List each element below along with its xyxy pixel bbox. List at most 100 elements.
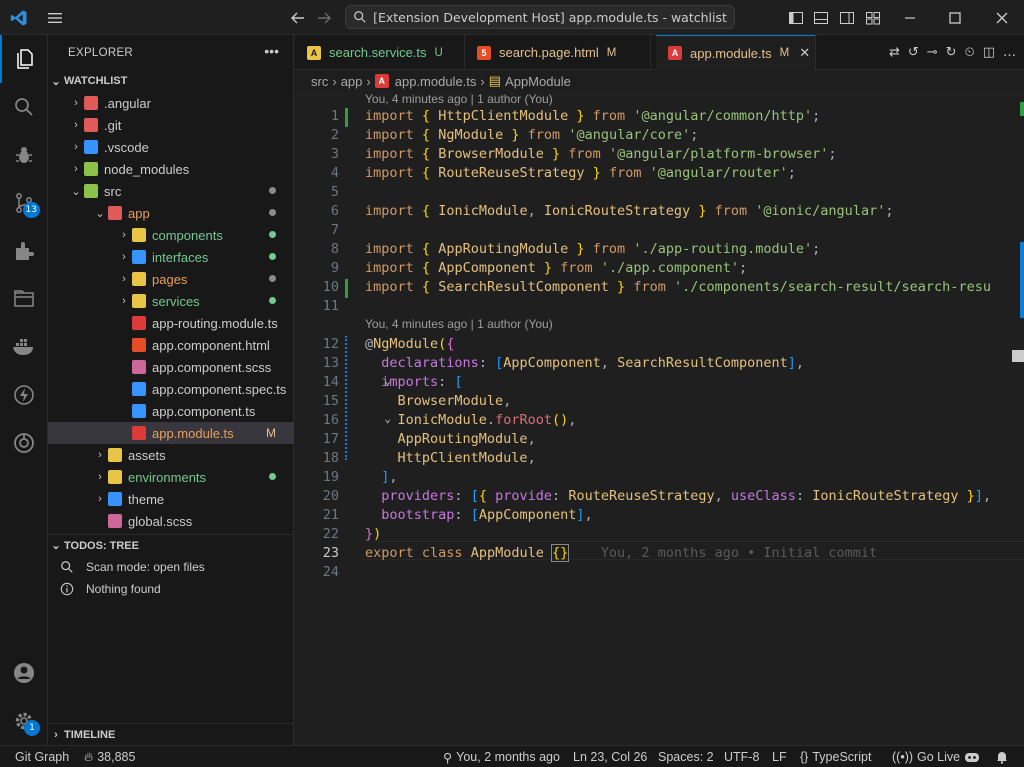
vscode-logo-icon — [8, 0, 30, 35]
notifications-bell-icon[interactable] — [995, 746, 1009, 767]
tree-item[interactable]: ⌄ src — [48, 180, 294, 202]
language-mode[interactable]: {} TypeScript — [800, 746, 871, 767]
search-icon — [354, 11, 366, 23]
tree-item[interactable]: app.component.ts — [48, 400, 294, 422]
tree-item[interactable]: global.scss — [48, 510, 294, 532]
toggle-secondary-sidebar-icon[interactable] — [837, 0, 857, 35]
tree-item[interactable]: › .git — [48, 114, 294, 136]
close-window-icon[interactable] — [990, 0, 1014, 35]
encoding[interactable]: UTF-8 — [724, 746, 759, 767]
fire-count[interactable]: 🔥︎ 38,885 — [84, 746, 135, 767]
search-icon — [15, 98, 33, 116]
copilot-icon[interactable] — [964, 746, 980, 767]
tree-item[interactable]: › theme — [48, 488, 294, 510]
git-blame-status[interactable]: ⚲ You, 2 months ago — [443, 746, 560, 767]
workspace-section-header[interactable]: ⌄ WATCHLIST — [48, 70, 294, 92]
breadcrumb-app[interactable]: app — [341, 74, 363, 89]
accounts-activity[interactable] — [0, 649, 48, 697]
tree-item[interactable]: › node_modules — [48, 158, 294, 180]
close-tab-icon[interactable]: ✕ — [799, 45, 810, 61]
remote-explorer-activity[interactable] — [0, 275, 48, 323]
breadcrumb-file[interactable]: app.module.ts — [395, 74, 477, 89]
code-editor[interactable]: You, 4 minutes ago | 1 author (You) You,… — [295, 92, 1024, 745]
source-control-activity[interactable]: 13 — [0, 179, 48, 227]
tree-item[interactable]: › .vscode — [48, 136, 294, 158]
manage-activity[interactable]: 1 — [0, 697, 48, 745]
command-center-search[interactable]: [Extension Development Host] app.module.… — [345, 5, 735, 29]
tab-search-page[interactable]: 5 search.page.html M — [465, 35, 651, 70]
code-line-21: bootstrap: [AppComponent], — [381, 507, 593, 523]
tree-item[interactable]: › pages — [48, 268, 294, 290]
line-number: 20 — [322, 488, 339, 504]
tree-item[interactable]: › services — [48, 290, 294, 312]
tree-item[interactable]: app.component.html — [48, 334, 294, 356]
line-number: 21 — [322, 507, 339, 523]
more-actions-icon[interactable]: … — [1003, 45, 1016, 60]
todos-scan-mode[interactable]: Scan mode: open files — [48, 556, 294, 578]
timeline-section-header[interactable]: › TIMELINE — [48, 723, 294, 745]
split-editor-icon[interactable]: ◫ — [983, 45, 995, 60]
explorer-more-actions[interactable]: ••• — [264, 43, 279, 59]
toggle-sidebar-icon[interactable] — [786, 0, 806, 35]
toggle-panel-icon[interactable] — [811, 0, 831, 35]
chevron-right-icon: › — [54, 728, 58, 741]
menu-icon[interactable] — [44, 0, 66, 35]
tree-item[interactable]: app.module.ts M — [48, 422, 294, 444]
breadcrumb-symbol[interactable]: AppModule — [505, 74, 571, 89]
code-line-18: HttpClientModule, — [397, 450, 536, 466]
tree-item[interactable]: › assets — [48, 444, 294, 466]
git-graph-button[interactable]: Git Graph — [15, 746, 69, 767]
tree-item[interactable]: › .angular — [48, 92, 294, 114]
end-of-line[interactable]: LF — [772, 746, 787, 767]
scrollbar-thumb[interactable] — [1012, 350, 1024, 362]
maximize-icon[interactable] — [943, 0, 967, 35]
tree-item-label: interfaces — [152, 249, 209, 265]
codelens-authors[interactable]: You, 4 minutes ago | 1 author (You) — [365, 92, 553, 106]
back-arrow-icon[interactable] — [288, 0, 308, 35]
blame-label: You, 2 months ago — [456, 750, 560, 764]
tree-item-label: app.component.scss — [152, 359, 272, 375]
tree-item[interactable]: ⌄ app — [48, 202, 294, 224]
minimize-icon[interactable] — [898, 0, 922, 35]
tree-item[interactable]: app.component.spec.ts — [48, 378, 294, 400]
previous-change-icon[interactable]: ↺ — [908, 45, 919, 60]
open-changes-icon[interactable]: ⇄ — [889, 45, 900, 60]
extensions-activity[interactable] — [0, 227, 48, 275]
gitlens-activity[interactable] — [0, 419, 48, 467]
todos-empty-label: Nothing found — [86, 582, 161, 596]
tab-app-module[interactable]: A app.module.ts M ✕ — [656, 35, 816, 70]
indentation[interactable]: Spaces: 2 — [658, 746, 714, 767]
docker-activity[interactable] — [0, 323, 48, 371]
tree-item[interactable]: app.component.scss — [48, 356, 294, 378]
explorer-activity[interactable] — [0, 35, 48, 83]
tree-item[interactable]: app-routing.module.ts — [48, 312, 294, 334]
customize-layout-icon[interactable] — [863, 0, 883, 35]
editor-actions: ⇄ ↺ ⊸ ↻ ⏲ ◫ … — [889, 35, 1024, 70]
tree-item-label: .vscode — [104, 139, 149, 155]
forward-arrow-icon[interactable] — [314, 0, 334, 35]
code-line-12: @NgModule({ — [365, 336, 455, 352]
workspace-name: WATCHLIST — [64, 75, 128, 87]
status-dot — [269, 297, 276, 304]
cursor-position[interactable]: Ln 23, Col 26 — [573, 746, 647, 767]
codelens-authors[interactable]: You, 4 minutes ago | 1 author (You) — [365, 317, 553, 331]
flame-icon: 🔥︎ — [84, 749, 94, 764]
broadcast-icon: ((•)) — [892, 750, 914, 764]
timeline-title: TIMELINE — [64, 728, 116, 741]
commit-icon[interactable]: ⊸ — [927, 45, 938, 60]
breadcrumb-src[interactable]: src — [311, 74, 328, 89]
tree-item[interactable]: › environments — [48, 466, 294, 488]
chevron-right-icon: › — [122, 251, 126, 263]
next-change-icon[interactable]: ↻ — [946, 45, 957, 60]
gitlens-icon — [14, 433, 34, 453]
debug-activity[interactable] — [0, 131, 48, 179]
go-live-button[interactable]: ((•)) Go Live — [892, 746, 960, 767]
todos-section-header[interactable]: ⌄ TODOS: TREE — [48, 534, 294, 556]
search-activity[interactable] — [0, 83, 48, 131]
tree-item[interactable]: › components — [48, 224, 294, 246]
tab-search-service[interactable]: A search.service.ts U — [295, 35, 465, 70]
code-line-9: import { AppComponent } from './app.comp… — [365, 260, 748, 276]
tree-item[interactable]: › interfaces — [48, 246, 294, 268]
thunder-activity[interactable] — [0, 371, 48, 419]
timeline-icon[interactable]: ⏲ — [965, 45, 975, 60]
